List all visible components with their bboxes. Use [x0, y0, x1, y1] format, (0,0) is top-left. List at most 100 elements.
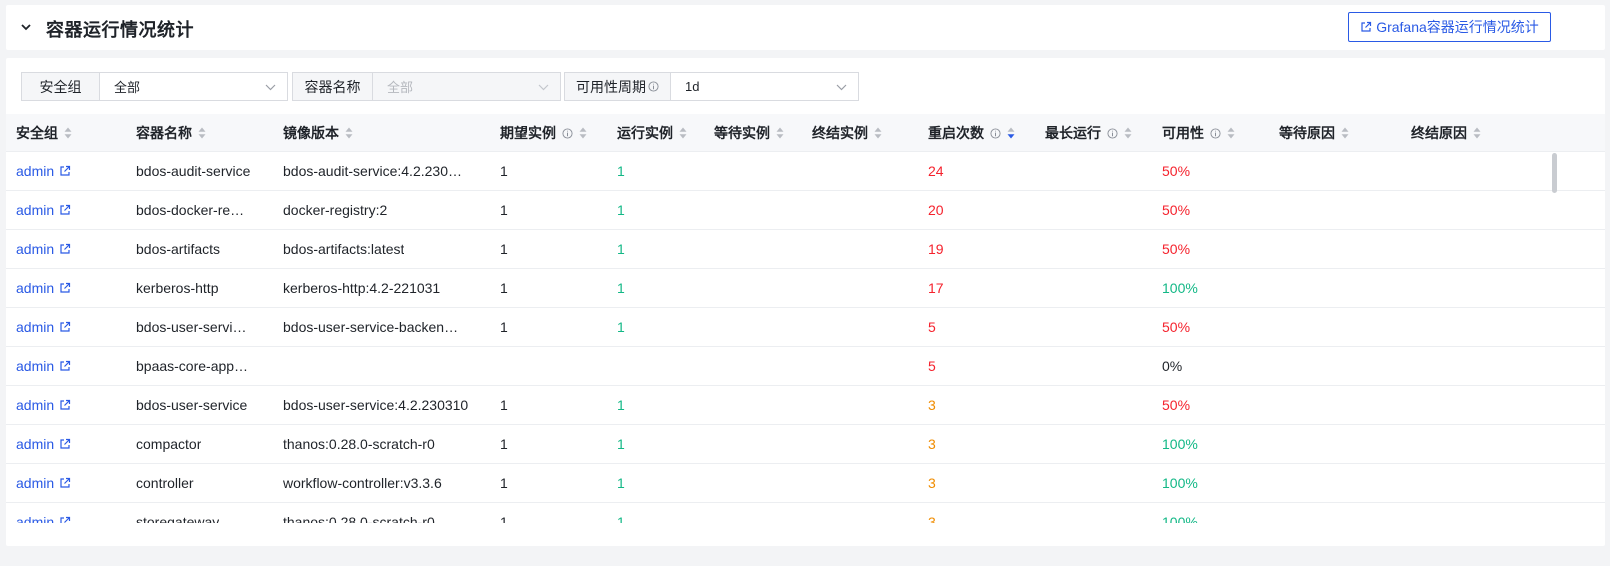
sort-icon[interactable]	[579, 127, 587, 139]
external-link-icon[interactable]	[59, 360, 71, 372]
table-row[interactable]: admin bpaas-core-app… 5 0%	[6, 347, 1605, 386]
external-link-icon[interactable]	[59, 282, 71, 294]
sort-icon[interactable]	[64, 127, 72, 139]
info-icon[interactable]	[648, 81, 659, 92]
availability-cell: 50%	[1162, 152, 1190, 190]
filter-security-group[interactable]: 安全组 全部	[21, 72, 288, 101]
table-row[interactable]: admin bdos-artifacts bdos-artifacts:latest…	[6, 230, 1605, 269]
availability-period-select[interactable]: 1d	[671, 73, 858, 100]
filter-container-name[interactable]: 容器名称 全部	[292, 72, 561, 101]
col-waiting-reason[interactable]: 等待原因	[1279, 114, 1349, 152]
column-label: 最长运行	[1045, 125, 1101, 141]
external-link-icon[interactable]	[59, 477, 71, 489]
filter-availability-period[interactable]: 可用性周期 1d	[564, 72, 859, 101]
image-version-cell: thanos:0.28.0-scratch-r0	[283, 425, 435, 463]
cell-text: 0%	[1162, 358, 1183, 374]
sort-icon[interactable]	[198, 127, 206, 139]
sort-icon[interactable]	[1007, 127, 1015, 139]
info-icon[interactable]	[990, 127, 1001, 139]
restart-count-cell: 19	[928, 230, 944, 268]
col-waiting-instances[interactable]: 等待实例	[714, 114, 784, 152]
col-terminated-instances[interactable]: 终结实例	[812, 114, 882, 152]
container-name-select[interactable]: 全部	[373, 73, 560, 100]
cell-text: 19	[928, 241, 944, 257]
cell-text: admin	[16, 514, 55, 523]
cell-text: admin	[16, 397, 55, 413]
security-group-cell[interactable]: admin	[16, 464, 71, 502]
cell-text: 1	[500, 397, 508, 413]
restart-count-cell: 20	[928, 191, 944, 229]
chevron-down-icon[interactable]	[18, 19, 34, 35]
info-icon[interactable]	[562, 127, 573, 139]
col-termination-reason[interactable]: 终结原因	[1411, 114, 1481, 152]
column-label: 终结实例	[812, 125, 868, 141]
cell-text: 20	[928, 202, 944, 218]
vertical-scrollbar[interactable]	[1552, 153, 1557, 193]
table-row[interactable]: admin bdos-user-servi… bdos-user-service-b…	[6, 308, 1605, 347]
availability-cell: 100%	[1162, 269, 1198, 307]
sort-icon[interactable]	[1124, 127, 1132, 139]
column-label: 等待实例	[714, 125, 770, 141]
expected-instances-cell: 1	[500, 464, 508, 502]
col-running-instances[interactable]: 运行实例	[617, 114, 687, 152]
external-link-icon[interactable]	[59, 516, 71, 523]
cell-text: bdos-user-service:4.2.230310	[283, 397, 469, 413]
col-longest-running[interactable]: 最长运行	[1045, 114, 1132, 152]
info-icon[interactable]	[1107, 127, 1118, 139]
table-row[interactable]: admin bdos-audit-service bdos-audit-servic…	[6, 152, 1605, 191]
security-group-cell[interactable]: admin	[16, 347, 71, 385]
security-group-select[interactable]: 全部	[100, 73, 287, 100]
sort-icon[interactable]	[679, 127, 687, 139]
security-group-cell[interactable]: admin	[16, 308, 71, 346]
cell-text: bdos-audit-service	[136, 163, 251, 179]
external-link-icon[interactable]	[59, 243, 71, 255]
column-label: 运行实例	[617, 125, 673, 141]
expected-instances-cell: 1	[500, 386, 508, 424]
external-link-icon[interactable]	[59, 204, 71, 216]
grafana-link-button[interactable]: Grafana容器运行情况统计	[1348, 12, 1551, 42]
external-link-icon[interactable]	[59, 399, 71, 411]
sort-icon[interactable]	[345, 127, 353, 139]
external-link-icon[interactable]	[59, 321, 71, 333]
container-name-cell: kerberos-http	[136, 269, 218, 307]
security-group-cell[interactable]: admin	[16, 503, 71, 523]
col-availability[interactable]: 可用性	[1162, 114, 1235, 152]
cell-text: controller	[136, 475, 194, 491]
cell-text: 1	[500, 436, 508, 452]
security-group-cell[interactable]: admin	[16, 269, 71, 307]
table-row[interactable]: admin bdos-docker-re… docker-registry:2 1 1 2…	[6, 191, 1605, 230]
availability-cell: 50%	[1162, 191, 1190, 229]
table-row[interactable]: admin storegateway thanos:0.28.0-scratch-r…	[6, 503, 1605, 523]
col-restart-count[interactable]: 重启次数	[928, 114, 1015, 152]
table-row[interactable]: admin bdos-user-service bdos-user-service:…	[6, 386, 1605, 425]
column-label: 容器名称	[136, 125, 192, 141]
external-link-icon[interactable]	[59, 438, 71, 450]
security-group-cell[interactable]: admin	[16, 230, 71, 268]
sort-icon[interactable]	[1473, 127, 1481, 139]
table-row[interactable]: admin kerberos-http kerberos-http:4.2-2210…	[6, 269, 1605, 308]
sort-icon[interactable]	[1341, 127, 1349, 139]
col-image-version[interactable]: 镜像版本	[283, 114, 353, 152]
running-instances-cell: 1	[617, 464, 625, 502]
column-label: 重启次数	[928, 125, 984, 141]
restart-count-cell: 3	[928, 386, 936, 424]
sort-icon[interactable]	[776, 127, 784, 139]
cell-text: 1	[500, 163, 508, 179]
security-group-cell[interactable]: admin	[16, 386, 71, 424]
col-security-group[interactable]: 安全组	[16, 114, 72, 152]
sort-icon[interactable]	[1227, 127, 1235, 139]
external-link-icon[interactable]	[59, 165, 71, 177]
security-group-cell[interactable]: admin	[16, 152, 71, 190]
cell-text: bdos-artifacts	[136, 241, 221, 257]
info-icon[interactable]	[1210, 127, 1221, 139]
col-container-name[interactable]: 容器名称	[136, 114, 206, 152]
sort-icon[interactable]	[874, 127, 882, 139]
col-expected-instances[interactable]: 期望实例	[500, 114, 587, 152]
security-group-cell[interactable]: admin	[16, 425, 71, 463]
cell-text: 100%	[1162, 436, 1198, 452]
table-row[interactable]: admin compactor thanos:0.28.0-scratch-r0 1 1…	[6, 425, 1605, 464]
image-version-cell: bdos-audit-service:4.2.230…	[283, 152, 462, 190]
security-group-cell[interactable]: admin	[16, 191, 71, 229]
cell-text: storegateway	[136, 514, 220, 523]
table-row[interactable]: admin controller workflow-controller:v3.3.…	[6, 464, 1605, 503]
